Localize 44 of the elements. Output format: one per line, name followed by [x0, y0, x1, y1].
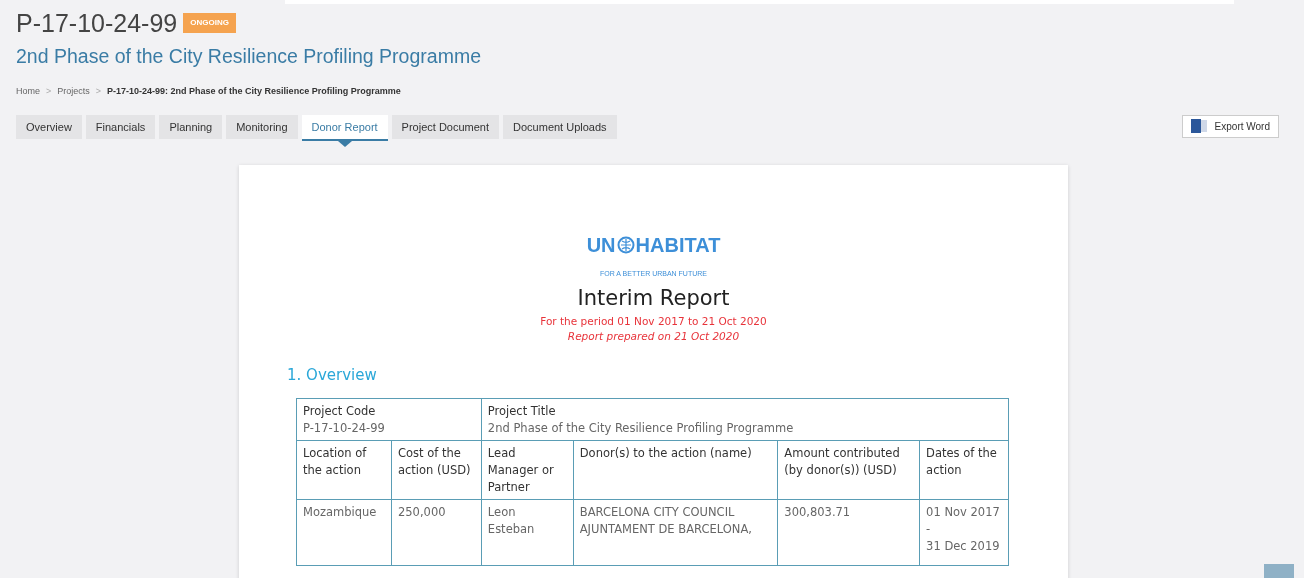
cell-value: P-17-10-24-99: [303, 419, 386, 437]
breadcrumb-current: P-17-10-24-99: 2nd Phase of the City Resilience Profiling Programme: [107, 85, 401, 99]
status-badge: ONGOING: [183, 13, 236, 33]
cell-line: 250,000: [397, 504, 447, 522]
tab[interactable]: Document Uploads: [503, 114, 617, 139]
export-word-button[interactable]: Export Word: [1181, 114, 1279, 138]
logo-text: HABITAT: [635, 234, 721, 255]
cell-label: Project Title: [487, 403, 557, 420]
breadcrumb-link[interactable]: Projects: [57, 85, 90, 99]
logo-text: UN: [586, 234, 616, 255]
column-header: Cost of the action (USD): [391, 440, 482, 500]
globe-icon: [616, 235, 635, 254]
column-header: Lead Manager or Partner: [481, 440, 574, 500]
cell-line: -: [926, 521, 932, 538]
tab[interactable]: Financials: [85, 114, 156, 139]
breadcrumb-link[interactable]: Home: [16, 85, 40, 99]
report-title: Interim Report: [577, 285, 730, 310]
tab[interactable]: Monitoring: [226, 114, 298, 139]
cell-line: AJUNTAMENT DE BARCELONA,: [579, 521, 753, 538]
word-document-icon: [1190, 119, 1207, 134]
cell-line: 300,803.71: [784, 504, 852, 522]
project-code: P-17-10-24-99: [16, 8, 178, 38]
column-header: Amount contributed (by donor(s)) (USD): [777, 440, 920, 500]
breadcrumb-separator: >: [95, 85, 102, 99]
cell-line: 01 Nov 2017: [926, 504, 1001, 522]
cell-line: Leon: [487, 504, 517, 522]
column-header: Dates of the action: [919, 440, 1009, 500]
tab[interactable]: Project Document: [391, 114, 500, 139]
column-header: Location of the action: [296, 440, 392, 500]
column-header: Donor(s) to the action (name): [573, 440, 778, 500]
tab[interactable]: Planning: [159, 114, 223, 139]
report-period: For the period 01 Nov 2017 to 21 Oct 2020: [539, 314, 768, 329]
cell-value: 2nd Phase of the City Resilience Profiling Programme: [487, 419, 795, 437]
cell-line: BARCELONA CITY COUNCIL: [579, 504, 736, 522]
project-title: 2nd Phase of the City Resilience Profiling Programme: [16, 44, 482, 69]
tab-pointer-icon: [337, 140, 352, 147]
cell-line: Mozambique: [303, 504, 378, 522]
cell-line: Esteban: [487, 521, 536, 538]
cell-line: 31 Dec 2019: [926, 537, 1001, 555]
tab[interactable]: Overview: [16, 114, 82, 139]
breadcrumb-separator: >: [46, 85, 52, 99]
cell-label: Project Code: [303, 403, 377, 420]
report-date: Report prepared on 21 Oct 2020: [566, 328, 741, 344]
section-heading: 1. Overview: [287, 364, 378, 386]
